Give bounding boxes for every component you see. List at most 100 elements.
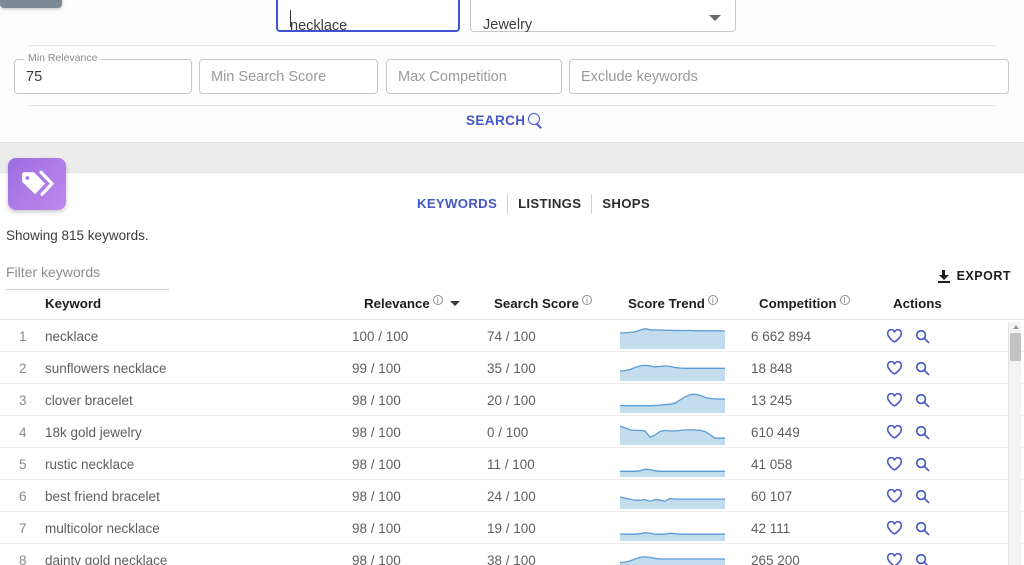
scrollbar-thumb[interactable] (1010, 333, 1021, 361)
column-header-relevance-label: Relevance (364, 296, 430, 311)
row-search-score: 11 / 100 (487, 456, 535, 472)
row-index: 2 (19, 360, 27, 376)
row-score-trend (620, 480, 725, 512)
filter-keywords-placeholder: Filter keywords (6, 264, 101, 280)
row-actions (886, 544, 930, 565)
inspect-icon[interactable] (915, 329, 930, 344)
column-header-keyword[interactable]: Keyword (45, 296, 101, 311)
favorite-icon[interactable] (886, 456, 903, 472)
min-relevance-value: 75 (26, 68, 43, 85)
column-header-score-trend[interactable]: Score Trend i (628, 294, 718, 311)
column-header-search-score[interactable]: Search Score i (494, 294, 593, 311)
row-competition: 18 848 (751, 360, 793, 376)
inspect-icon[interactable] (915, 425, 930, 440)
favorite-icon[interactable] (886, 392, 903, 408)
chevron-down-icon (709, 15, 721, 21)
category-select[interactable]: Category Jewelry (470, 0, 736, 33)
row-relevance: 98 / 100 (352, 488, 401, 504)
inspect-icon[interactable] (915, 553, 930, 565)
table-row[interactable]: 6 best friend bracelet 98 / 100 24 / 100 60 … (0, 480, 1024, 512)
row-index: 6 (19, 488, 27, 504)
tab-shops[interactable]: SHOPS (592, 194, 660, 214)
row-relevance: 98 / 100 (352, 552, 401, 565)
table-row[interactable]: 3 clover bracelet 98 / 100 20 / 100 13 245 (0, 384, 1024, 416)
result-tabs: KEYWORDS LISTINGS SHOPS (407, 194, 660, 214)
row-score-trend (620, 416, 725, 448)
max-competition-input[interactable]: Max Competition (386, 59, 562, 94)
row-index: 3 (19, 392, 27, 408)
favorite-icon[interactable] (886, 328, 903, 344)
row-keyword[interactable]: dainty gold necklace (45, 544, 167, 565)
row-keyword[interactable]: best friend bracelet (45, 480, 160, 512)
tags-icon (22, 170, 54, 196)
table-body: 1 necklace 100 / 100 74 / 100 6 662 894 2 sunf… (0, 320, 1024, 565)
row-keyword[interactable]: sunflowers necklace (45, 352, 167, 384)
column-header-search-score-label: Search Score (494, 296, 580, 311)
corner-button[interactable] (0, 0, 62, 8)
row-score-trend (620, 512, 725, 544)
column-header-actions-label: Actions (893, 296, 942, 311)
row-keyword[interactable]: necklace (45, 320, 98, 352)
export-button[interactable]: EXPORT (937, 269, 1011, 283)
table-row[interactable]: 1 necklace 100 / 100 74 / 100 6 662 894 (0, 320, 1024, 352)
info-icon[interactable]: i (432, 294, 443, 305)
column-header-competition-label: Competition (759, 296, 837, 311)
min-relevance-label: Min Relevance (24, 53, 102, 64)
favorite-icon[interactable] (886, 488, 903, 504)
info-icon[interactable]: i (839, 294, 850, 305)
row-score-trend (620, 544, 725, 565)
info-icon[interactable]: i (707, 294, 718, 305)
table-row[interactable]: 8 dainty gold necklace 98 / 100 38 / 100 265… (0, 544, 1024, 565)
favorite-icon[interactable] (886, 360, 903, 376)
min-relevance-input[interactable]: Min Relevance 75 (14, 53, 192, 94)
inspect-icon[interactable] (915, 521, 930, 536)
table-header-row: Keyword Relevance i Search Score i Score… (0, 290, 1024, 320)
inspect-icon[interactable] (915, 361, 930, 376)
row-relevance: 98 / 100 (352, 456, 401, 472)
row-search-score: 0 / 100 (487, 424, 529, 440)
table-row[interactable]: 5 rustic necklace 98 / 100 11 / 100 41 058 (0, 448, 1024, 480)
row-search-score: 35 / 100 (487, 360, 536, 376)
tab-listings[interactable]: LISTINGS (508, 194, 591, 214)
row-index: 5 (19, 456, 27, 472)
favorite-icon[interactable] (886, 520, 903, 536)
row-actions (886, 384, 930, 416)
search-button-label: SEARCH (466, 113, 526, 128)
inspect-icon[interactable] (915, 457, 930, 472)
divider-bottom (28, 105, 996, 106)
table-row[interactable]: 4 18k gold jewelry 98 / 100 0 / 100 610 449 (0, 416, 1024, 448)
row-search-score: 24 / 100 (487, 488, 536, 504)
row-keyword[interactable]: multicolor necklace (45, 512, 160, 544)
column-header-relevance[interactable]: Relevance i (364, 294, 460, 311)
row-keyword[interactable]: 18k gold jewelry (45, 416, 142, 448)
table-row[interactable]: 7 multicolor necklace 98 / 100 19 / 100 42 1… (0, 512, 1024, 544)
column-header-actions: Actions (893, 296, 942, 311)
search-button[interactable]: SEARCH (466, 113, 543, 128)
inspect-icon[interactable] (915, 489, 930, 504)
search-panel: Keyword necklace Category Jewelry Min Re… (0, 0, 1024, 142)
scroll-up-icon[interactable] (1012, 325, 1019, 329)
info-icon[interactable]: i (582, 294, 593, 305)
divider-top (28, 45, 996, 46)
filter-keywords-input[interactable]: Filter keywords (6, 264, 169, 290)
keyword-input[interactable]: Keyword necklace (276, 0, 460, 34)
table-row[interactable]: 2 sunflowers necklace 99 / 100 35 / 100 18 8… (0, 352, 1024, 384)
row-keyword[interactable]: clover bracelet (45, 384, 133, 416)
exclude-keywords-placeholder: Exclude keywords (581, 68, 698, 85)
row-keyword[interactable]: rustic necklace (45, 448, 134, 480)
favorite-icon[interactable] (886, 552, 903, 565)
table-scrollbar[interactable] (1008, 322, 1021, 565)
row-search-score: 38 / 100 (487, 552, 536, 565)
row-competition: 41 058 (751, 456, 793, 472)
tab-keywords[interactable]: KEYWORDS (407, 194, 507, 214)
row-actions (886, 320, 930, 352)
min-search-score-input[interactable]: Min Search Score (199, 59, 378, 94)
max-competition-placeholder: Max Competition (398, 68, 507, 85)
column-header-competition[interactable]: Competition i (759, 294, 850, 311)
row-actions (886, 512, 930, 544)
row-score-trend (620, 448, 725, 480)
favorite-icon[interactable] (886, 424, 903, 440)
inspect-icon[interactable] (915, 393, 930, 408)
exclude-keywords-input[interactable]: Exclude keywords (569, 59, 1009, 94)
row-score-trend (620, 384, 725, 416)
